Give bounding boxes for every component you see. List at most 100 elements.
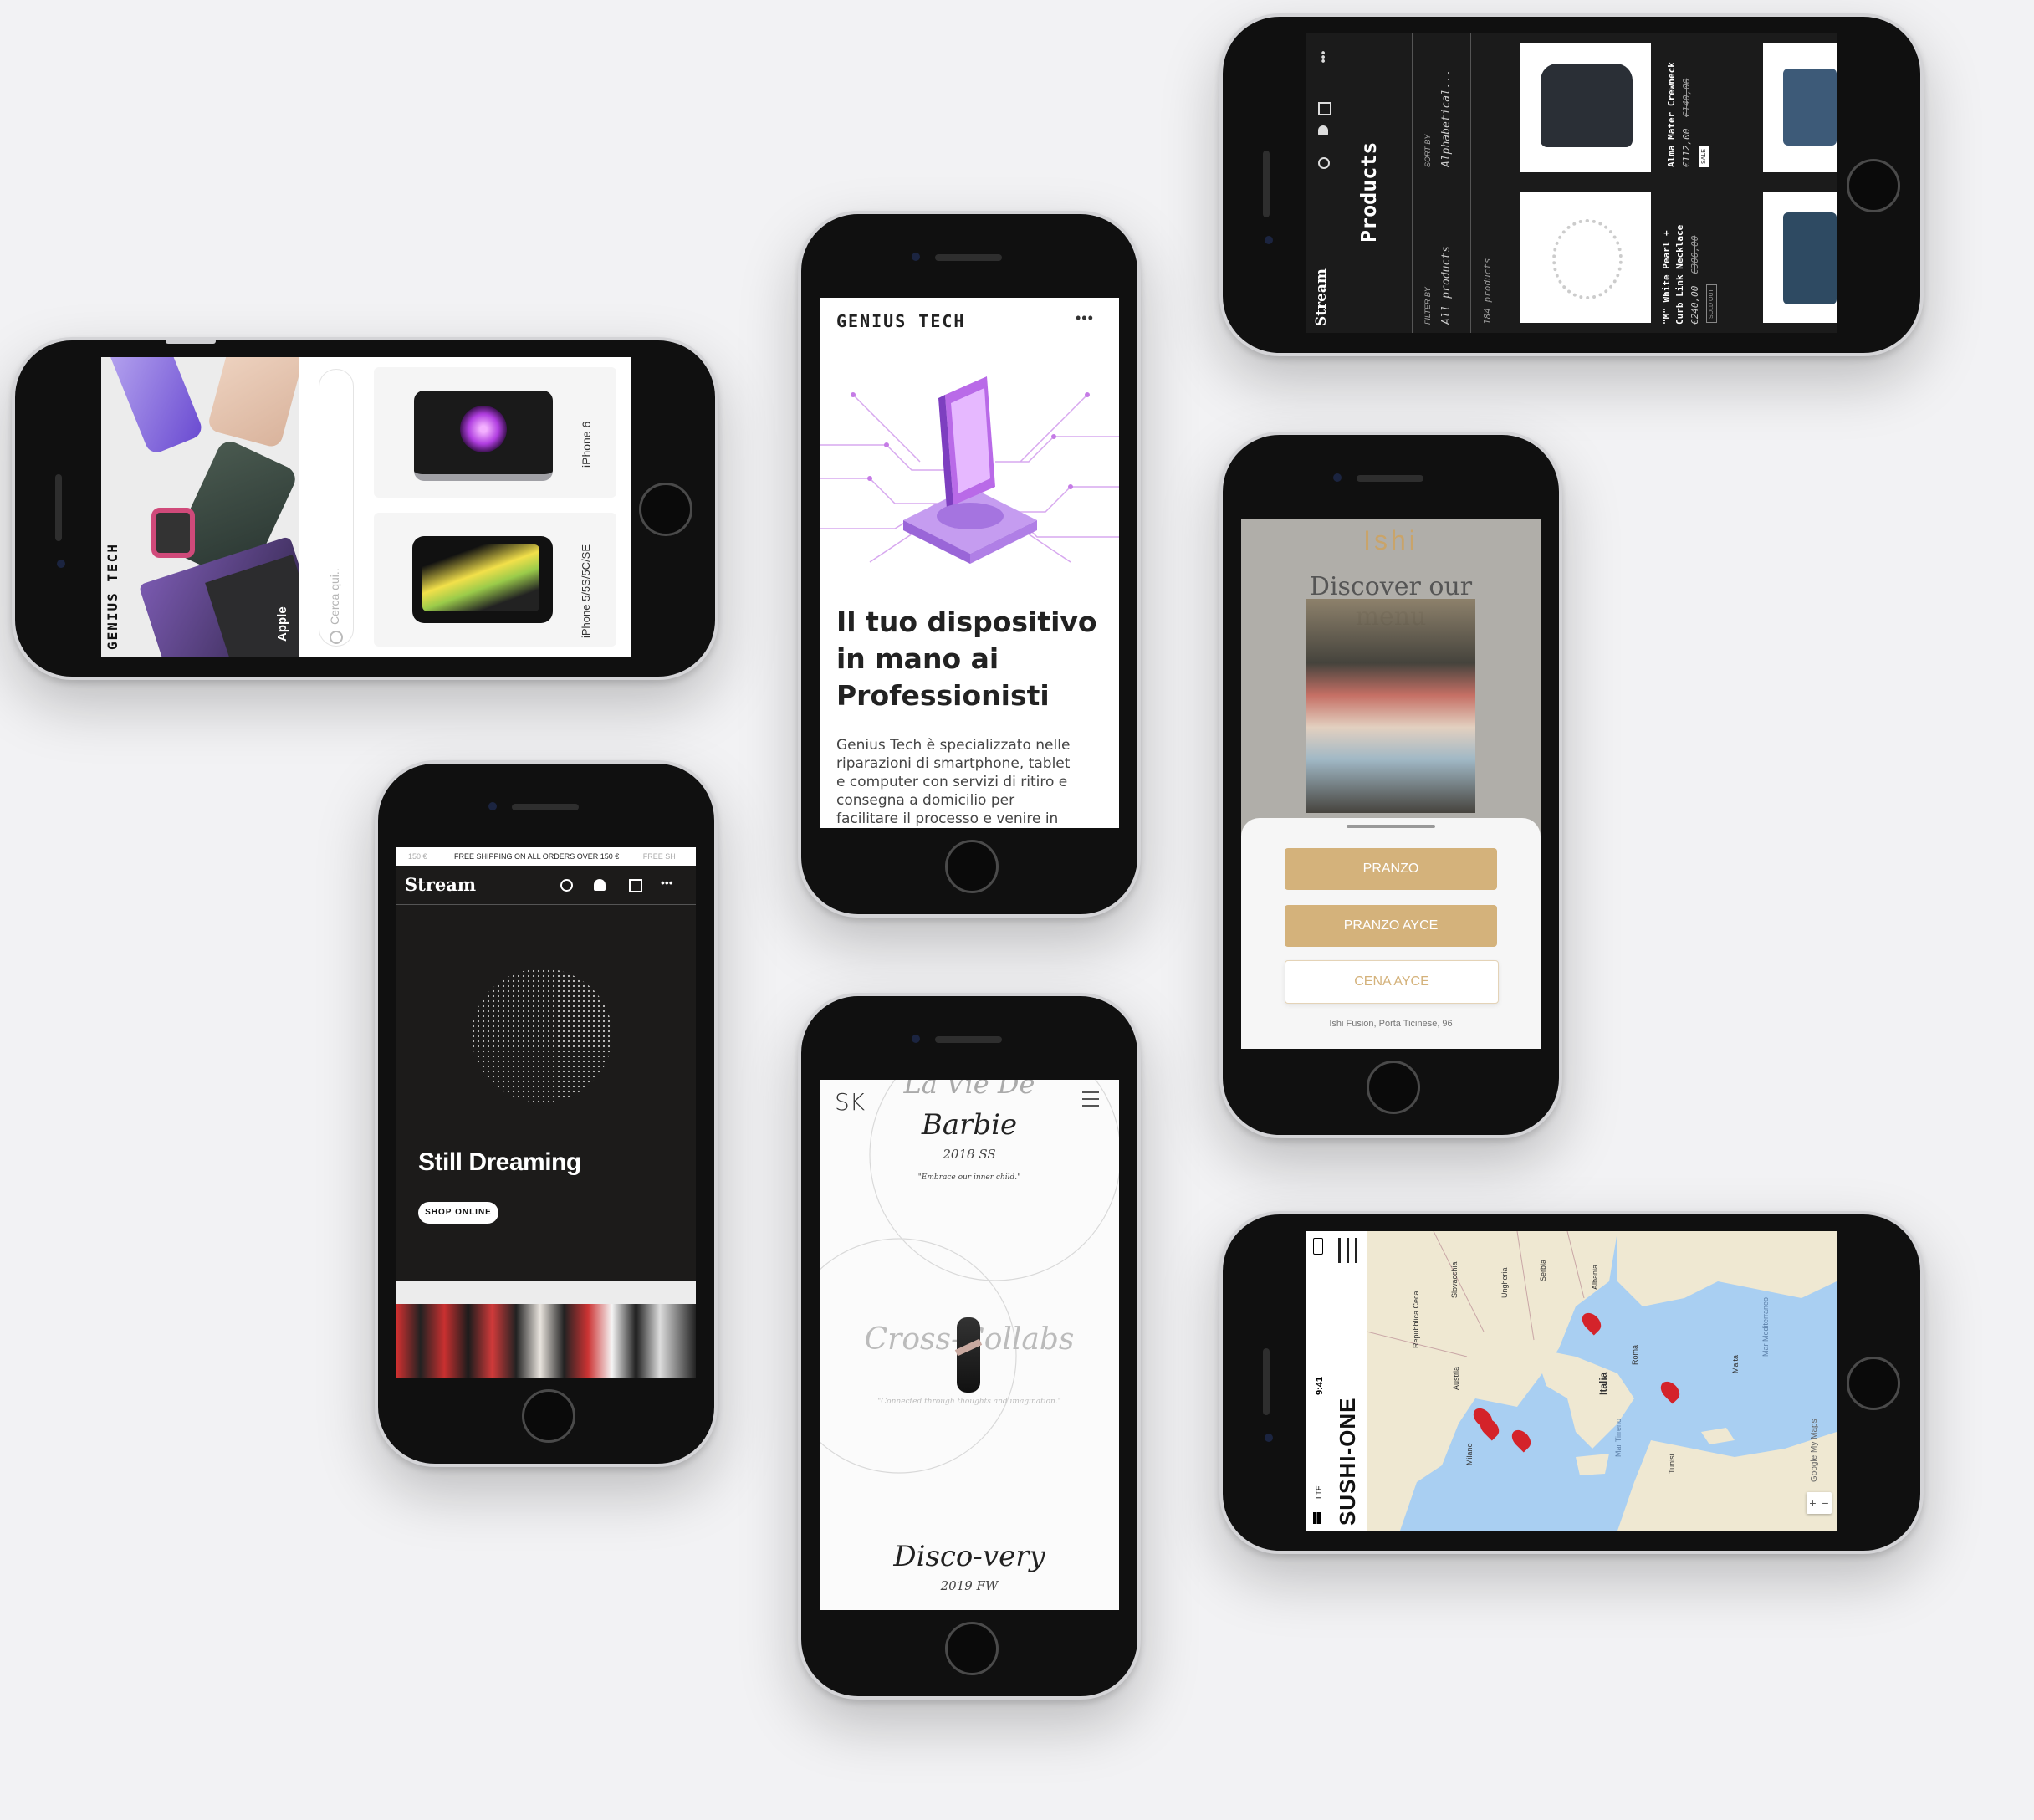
front-camera: [1265, 1434, 1273, 1442]
wave-wallpaper: [422, 544, 539, 611]
necklace-shape: [1552, 219, 1623, 299]
lipstick-bow: [954, 1338, 983, 1357]
brand-logo[interactable]: Stream: [405, 874, 476, 895]
front-camera: [57, 560, 65, 568]
iphone-6-image: [414, 391, 553, 481]
home-button[interactable]: [522, 1389, 575, 1443]
phone-illustration: [820, 376, 1119, 564]
zoom-controls: + −: [1807, 1492, 1832, 1514]
map-label: Milano: [1465, 1443, 1474, 1465]
front-camera: [912, 1035, 920, 1043]
menu-dots-icon[interactable]: •••: [661, 876, 673, 889]
intro-line: facilitare il processo e venire in: [836, 810, 1059, 827]
home-button[interactable]: [1367, 1061, 1420, 1114]
collection-title[interactable]: Barbie: [820, 1108, 1119, 1142]
lookbook-photo: [396, 1281, 696, 1378]
screen: 9:41 LTE SUSHI-ONE Italia Roma Milano Re…: [1306, 1231, 1837, 1531]
intro-line: e computer con servizi di ritiro e: [836, 774, 1068, 790]
cart-icon[interactable]: [1318, 102, 1331, 115]
menu-bottom-sheet: PRANZO PRANZO AYCE CENA AYCE Ishi Fusion…: [1241, 818, 1541, 1049]
restaurant-logo[interactable]: Ishi: [1241, 525, 1541, 556]
particle-sphere: [472, 969, 612, 1102]
map-label: Mar Tirreno: [1614, 1418, 1623, 1457]
phone-ishi: Ishi Discover our menu PRANZO PRANZO AYC…: [1219, 432, 1562, 1138]
map[interactable]: Italia Roma Milano Repubblica Ceca Slova…: [1367, 1231, 1837, 1531]
search-icon: [330, 631, 343, 644]
product-name: iPhone 5/5S/5C/SE: [580, 544, 592, 638]
sort-label: SORT BY: [1423, 134, 1432, 167]
home-button[interactable]: [945, 840, 999, 893]
sort-select[interactable]: Alphabetical...: [1440, 69, 1453, 167]
pillow-shape: [1783, 69, 1837, 146]
zoom-in-button[interactable]: +: [1807, 1492, 1819, 1514]
filter-select[interactable]: All products: [1440, 246, 1453, 325]
menu-dots-icon[interactable]: •••: [1076, 309, 1094, 327]
map-label: Ungheria: [1500, 1267, 1509, 1298]
home-button[interactable]: [1847, 159, 1900, 212]
map-label: Serbia: [1539, 1259, 1547, 1281]
account-icon[interactable]: [594, 879, 606, 891]
sweatshirt-shape: [1541, 64, 1633, 147]
home-button[interactable]: [639, 483, 692, 536]
zoom-out-button[interactable]: −: [1819, 1492, 1832, 1514]
filter-label: FILTER BY: [1423, 287, 1432, 325]
screen: 150 € FREE SHIPPING ON ALL ORDERS OVER 1…: [396, 847, 696, 1378]
apple-label[interactable]: Apple: [275, 606, 289, 642]
crewneck-image[interactable]: [1520, 43, 1651, 172]
banner-text-left: 150 €: [408, 852, 427, 861]
pranzo-ayce-button[interactable]: PRANZO AYCE: [1285, 905, 1497, 947]
lipstick-image: [954, 1317, 983, 1393]
flower-wallpaper: [460, 406, 507, 452]
cart-icon[interactable]: [629, 879, 642, 892]
search-icon[interactable]: [1318, 157, 1330, 169]
map-label: Mar Mediterraneo: [1761, 1296, 1770, 1357]
signal-icon: [1313, 1512, 1321, 1524]
collection-title[interactable]: Disco-very: [820, 1540, 1119, 1573]
menu-heading-line: Discover our: [1309, 572, 1473, 601]
side-nav: 9:41 LTE SUSHI-ONE: [1306, 1231, 1367, 1531]
map-label: Italia: [1597, 1372, 1609, 1395]
home-button[interactable]: [945, 1622, 999, 1675]
hero-headline: Still Dreaming: [418, 1148, 581, 1176]
brand-logo[interactable]: SUSHI-ONE: [1335, 1398, 1361, 1526]
product-card[interactable]: iPhone 5/5S/5C/SE: [374, 513, 616, 647]
collection-quote: "Connected through thoughts and imaginat…: [877, 1398, 1061, 1406]
iphone-purple-image: [106, 357, 205, 457]
brand-logo[interactable]: Stream: [1313, 268, 1330, 326]
header-bar: Stream •••: [1306, 33, 1342, 333]
menu-icon[interactable]: [1338, 1238, 1358, 1263]
page-title: Products: [1357, 141, 1381, 243]
bag-image[interactable]: [1763, 192, 1837, 323]
account-icon[interactable]: [1318, 125, 1328, 135]
screen: GENIUS TECH Apple Cerca qui.. iPhone 6 i…: [101, 357, 631, 657]
cena-ayce-button[interactable]: CENA AYCE: [1285, 960, 1499, 1004]
lookbook-backdrop: [396, 1281, 696, 1304]
product-name[interactable]: Curb Link Necklace: [1674, 225, 1685, 325]
necklace-image[interactable]: [1520, 192, 1651, 323]
network-label: LTE: [1315, 1485, 1323, 1499]
brand-logo[interactable]: GENIUS TECH: [836, 311, 965, 331]
headline-line: in mano ai: [836, 642, 999, 675]
apple-watch-image: [151, 508, 195, 558]
product-card[interactable]: iPhone 6: [374, 367, 616, 498]
shop-online-button[interactable]: SHOP ONLINE: [418, 1202, 498, 1224]
pranzo-button[interactable]: PRANZO: [1285, 848, 1497, 890]
home-button[interactable]: [1847, 1357, 1900, 1410]
pillow-image[interactable]: [1763, 43, 1837, 172]
speaker: [935, 254, 1002, 261]
speaker: [1263, 151, 1270, 217]
intro-line: consegna a domicilio per: [836, 792, 1015, 809]
sushi-photo: [1306, 599, 1475, 813]
menu-dots-icon[interactable]: •••: [1316, 51, 1329, 64]
product-name[interactable]: Alma Mater Crewneck: [1666, 62, 1677, 167]
product-name[interactable]: "M" White Pearl +: [1661, 230, 1672, 325]
title-divider: [1412, 33, 1413, 333]
map-label: Slovacchia: [1450, 1261, 1459, 1298]
shipping-banner: 150 € FREE SHIPPING ON ALL ORDERS OVER 1…: [396, 847, 696, 866]
search-icon[interactable]: [560, 879, 573, 892]
sheet-handle[interactable]: [1347, 825, 1435, 828]
phone-genius-landscape: GENIUS TECH Apple Cerca qui.. iPhone 6 i…: [12, 337, 718, 680]
product-count: 184 products: [1482, 258, 1493, 325]
search-input[interactable]: Cerca qui..: [319, 369, 354, 647]
brand-logo[interactable]: GENIUS TECH: [105, 483, 120, 650]
